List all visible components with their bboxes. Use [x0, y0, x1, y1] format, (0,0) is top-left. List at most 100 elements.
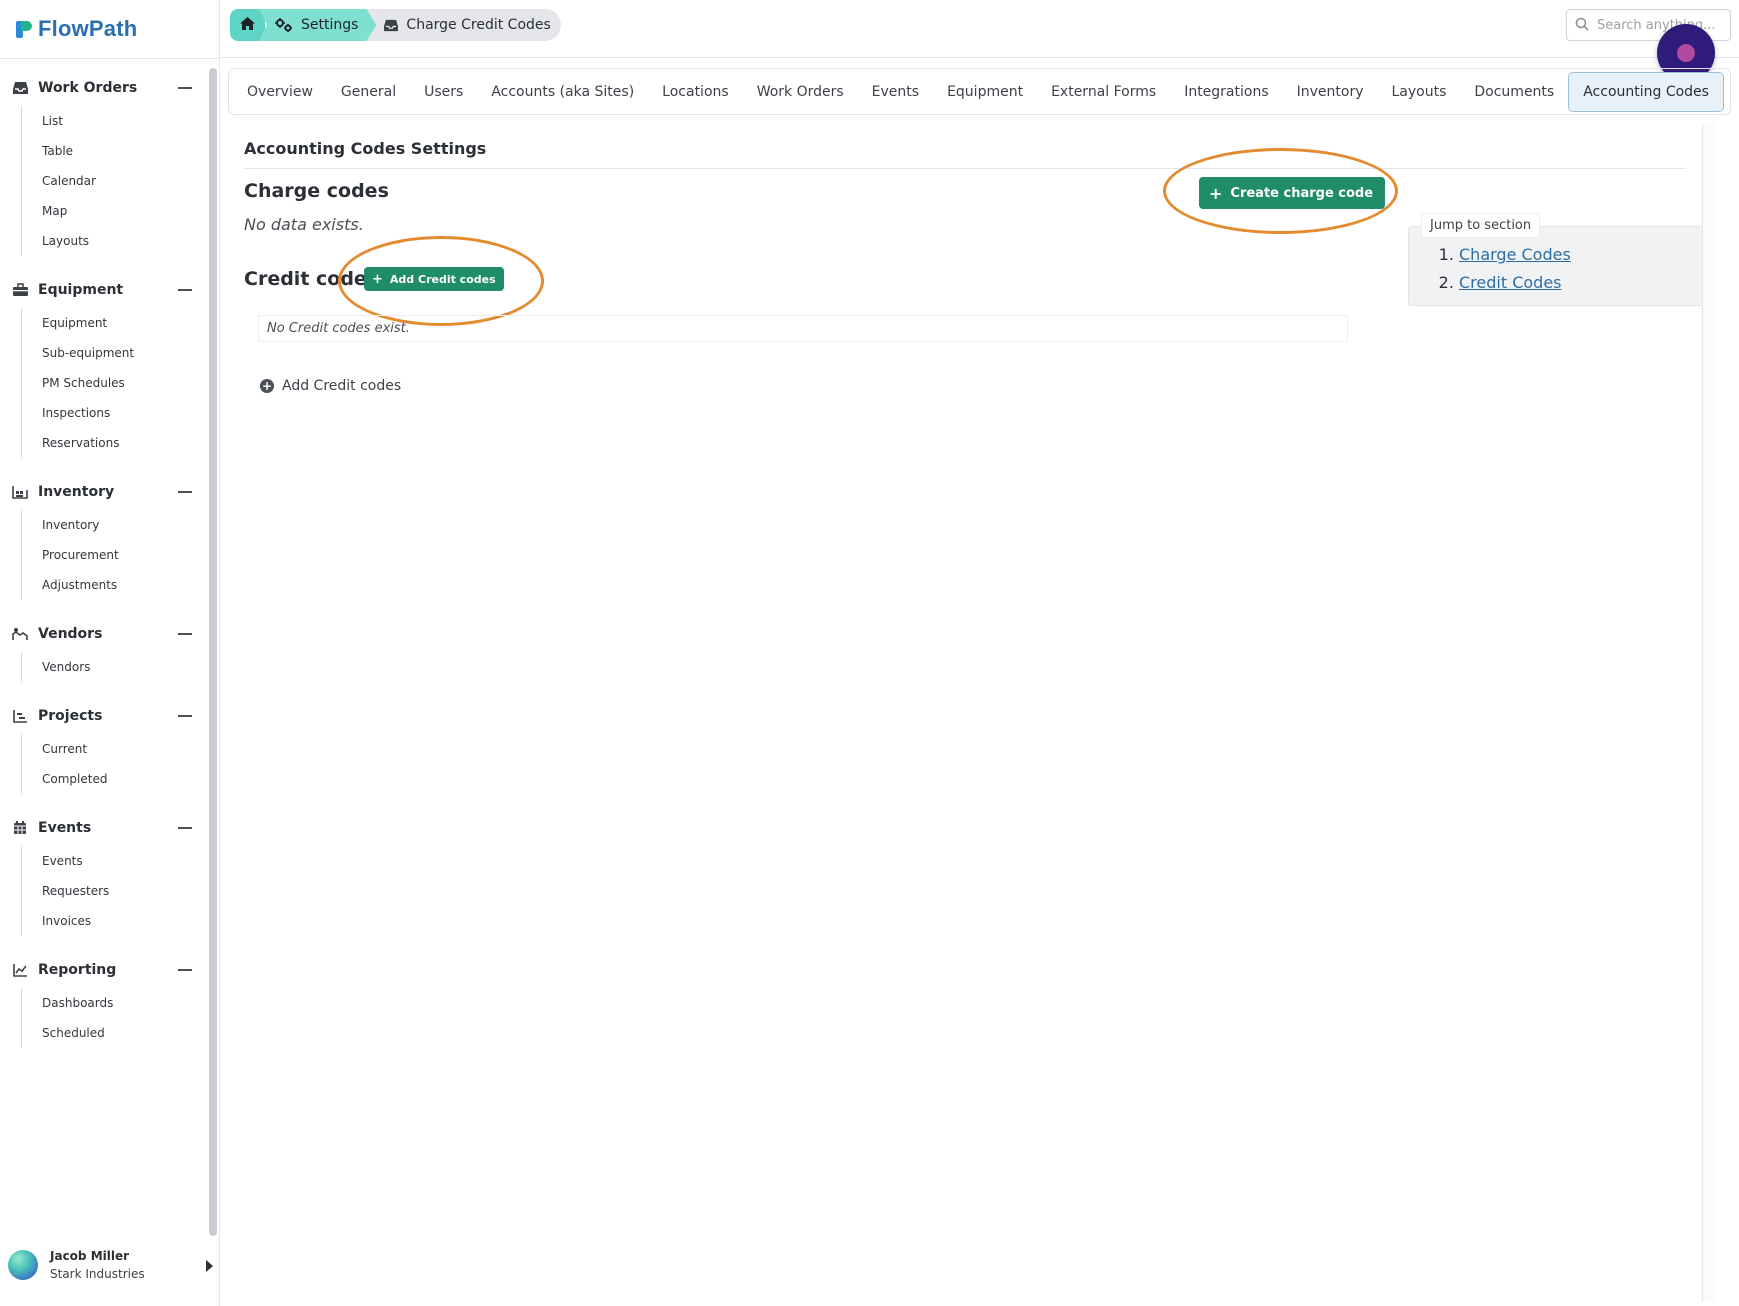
sidebar-item-adjustments[interactable]: Adjustments	[22, 570, 206, 600]
nav-section-events: Events Events Requesters Invoices	[0, 810, 206, 936]
sidebar-item-scheduled[interactable]: Scheduled	[22, 1018, 206, 1048]
settings-tabs: Overview General Users Accounts (aka Sit…	[228, 68, 1731, 115]
section-header-work-orders[interactable]: Work Orders	[0, 70, 206, 106]
nav-section-projects: Projects Current Completed	[0, 698, 206, 794]
section-header-reporting[interactable]: Reporting	[0, 952, 206, 988]
annotation-ring-create	[1163, 148, 1398, 234]
tab-equipment[interactable]: Equipment	[933, 72, 1037, 112]
jump-to-section-panel: Charge Codes Credit Codes	[1408, 226, 1708, 306]
logo-icon	[16, 19, 34, 39]
caret-right-icon[interactable]	[206, 1260, 213, 1272]
sidebar-item-requesters[interactable]: Requesters	[22, 876, 206, 906]
sidebar-item-invoices[interactable]: Invoices	[22, 906, 206, 936]
tab-accounting-codes[interactable]: Accounting Codes	[1568, 71, 1724, 112]
tab-events[interactable]: Events	[858, 72, 933, 112]
sidebar-item-table[interactable]: Table	[22, 136, 206, 166]
breadcrumb-current-label: Charge Credit Codes	[406, 17, 551, 33]
jump-to-section-label: Jump to section	[1421, 213, 1541, 238]
section-header-projects[interactable]: Projects	[0, 698, 206, 734]
section-title: Equipment	[38, 282, 124, 298]
sidebar-item-inspections[interactable]: Inspections	[22, 398, 206, 428]
chart-icon	[12, 708, 28, 724]
breadcrumb-settings[interactable]: Settings	[259, 9, 376, 41]
section-items: Vendors	[21, 652, 206, 682]
tab-work-orders[interactable]: Work Orders	[743, 72, 858, 112]
section-header-events[interactable]: Events	[0, 810, 206, 846]
collapse-icon[interactable]	[178, 827, 192, 829]
section-title: Projects	[38, 708, 103, 724]
sidebar-item-equipment[interactable]: Equipment	[22, 308, 206, 338]
section-title: Vendors	[38, 626, 103, 642]
section-title: Work Orders	[38, 80, 138, 96]
user-menu[interactable]: Jacob Miller Stark Industries	[8, 1248, 218, 1288]
sidebar-item-completed[interactable]: Completed	[22, 764, 206, 794]
sidebar-item-vendors[interactable]: Vendors	[22, 652, 206, 682]
sidebar-item-current[interactable]: Current	[22, 734, 206, 764]
section-items: Current Completed	[21, 734, 206, 794]
content-scrollbar[interactable]	[1702, 124, 1716, 1302]
plus-circle-icon: +	[260, 379, 274, 393]
jump-link-charge-codes[interactable]: Charge Codes	[1459, 245, 1571, 264]
section-header-inventory[interactable]: Inventory	[0, 474, 206, 510]
sidebar-scrollbar[interactable]	[209, 68, 217, 1236]
gears-icon	[275, 18, 293, 32]
tab-documents[interactable]: Documents	[1460, 72, 1568, 112]
collapse-icon[interactable]	[178, 633, 192, 635]
sidebar-item-calendar[interactable]: Calendar	[22, 166, 206, 196]
calendar-icon	[12, 820, 28, 836]
tab-locations[interactable]: Locations	[648, 72, 743, 112]
section-items: Inventory Procurement Adjustments	[21, 510, 206, 600]
tab-users[interactable]: Users	[410, 72, 477, 112]
tab-inventory[interactable]: Inventory	[1283, 72, 1378, 112]
app-logo[interactable]: FlowPath	[16, 14, 137, 44]
sidebar-item-reservations[interactable]: Reservations	[22, 428, 206, 458]
inbox-icon	[12, 80, 28, 96]
tab-layouts[interactable]: Layouts	[1378, 72, 1461, 112]
sidebar-item-layouts[interactable]: Layouts	[22, 226, 206, 256]
tab-integrations[interactable]: Integrations	[1170, 72, 1282, 112]
jump-link-credit-codes[interactable]: Credit Codes	[1459, 273, 1562, 292]
breadcrumb: Settings Charge Credit Codes	[230, 9, 561, 41]
page-title: Accounting Codes Settings	[244, 139, 487, 158]
collapse-icon[interactable]	[178, 715, 192, 717]
section-header-equipment[interactable]: Equipment	[0, 272, 206, 308]
title-divider	[244, 168, 1686, 169]
add-credit-codes-link-label: Add Credit codes	[282, 378, 402, 394]
collapse-icon[interactable]	[178, 289, 192, 291]
sidebar-nav: Work Orders List Table Calendar Map Layo…	[0, 58, 206, 1238]
inbox-icon	[384, 19, 399, 32]
collapse-icon[interactable]	[178, 969, 192, 971]
jump-item: Charge Codes	[1459, 245, 1571, 273]
tab-general[interactable]: General	[327, 72, 410, 112]
section-items: List Table Calendar Map Layouts	[21, 106, 206, 256]
assistant-icon	[1677, 44, 1695, 62]
breadcrumb-current: Charge Credit Codes	[366, 9, 561, 41]
sidebar-item-pm-schedules[interactable]: PM Schedules	[22, 368, 206, 398]
jump-item: Credit Codes	[1459, 273, 1571, 301]
sidebar-item-events[interactable]: Events	[22, 846, 206, 876]
tab-external-forms[interactable]: External Forms	[1037, 72, 1170, 112]
breadcrumb-home[interactable]	[230, 9, 265, 41]
tab-accounts[interactable]: Accounts (aka Sites)	[477, 72, 648, 112]
annotation-ring-add	[338, 236, 544, 326]
charge-codes-empty: No data exists.	[244, 215, 364, 234]
handshake-icon	[12, 626, 28, 642]
add-credit-codes-link[interactable]: + Add Credit codes	[260, 378, 401, 394]
warehouse-icon	[12, 484, 28, 500]
collapse-icon[interactable]	[178, 491, 192, 493]
section-header-vendors[interactable]: Vendors	[0, 616, 206, 652]
main-content: Accounting Codes Settings Charge codes N…	[228, 122, 1708, 1302]
sidebar-item-list[interactable]: List	[22, 106, 206, 136]
section-items: Dashboards Scheduled	[21, 988, 206, 1048]
sidebar-item-inventory[interactable]: Inventory	[22, 510, 206, 540]
avatar	[8, 1250, 38, 1280]
sidebar-item-sub-equipment[interactable]: Sub-equipment	[22, 338, 206, 368]
section-items: Events Requesters Invoices	[21, 846, 206, 936]
sidebar-item-procurement[interactable]: Procurement	[22, 540, 206, 570]
charge-codes-heading: Charge codes	[244, 180, 389, 202]
nav-section-work-orders: Work Orders List Table Calendar Map Layo…	[0, 70, 206, 256]
tab-overview[interactable]: Overview	[233, 72, 327, 112]
sidebar-item-map[interactable]: Map	[22, 196, 206, 226]
collapse-icon[interactable]	[178, 87, 192, 89]
sidebar-item-dashboards[interactable]: Dashboards	[22, 988, 206, 1018]
